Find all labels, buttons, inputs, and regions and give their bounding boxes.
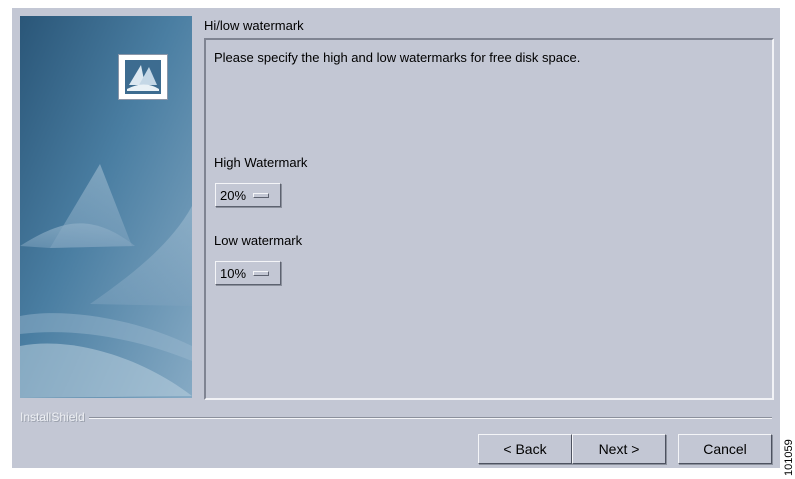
option-menu-indicator-icon bbox=[253, 192, 270, 198]
low-watermark-select[interactable]: 10% bbox=[215, 261, 281, 285]
section-title: Hi/low watermark bbox=[204, 18, 304, 33]
tent-logo-icon bbox=[125, 60, 161, 94]
back-button[interactable]: < Back bbox=[478, 434, 572, 464]
cancel-button[interactable]: Cancel bbox=[678, 434, 772, 464]
installshield-brand: InstallShield bbox=[20, 410, 89, 424]
instruction-text: Please specify the high and low watermar… bbox=[214, 50, 581, 65]
installshield-logo bbox=[118, 54, 168, 100]
figure-code: 101059 bbox=[783, 439, 793, 476]
content-panel: Please specify the high and low watermar… bbox=[204, 38, 774, 400]
high-watermark-label: High Watermark bbox=[214, 155, 308, 170]
side-banner-image bbox=[20, 16, 192, 398]
low-watermark-label: Low watermark bbox=[214, 233, 303, 248]
low-watermark-value: 10% bbox=[220, 265, 247, 281]
footer-separator bbox=[20, 417, 772, 419]
option-menu-indicator-icon bbox=[253, 270, 270, 276]
next-button[interactable]: Next > bbox=[572, 434, 666, 464]
installer-dialog: Hi/low watermark Please specify the high… bbox=[12, 8, 780, 468]
high-watermark-select[interactable]: 20% bbox=[215, 183, 281, 207]
high-watermark-value: 20% bbox=[220, 187, 247, 203]
